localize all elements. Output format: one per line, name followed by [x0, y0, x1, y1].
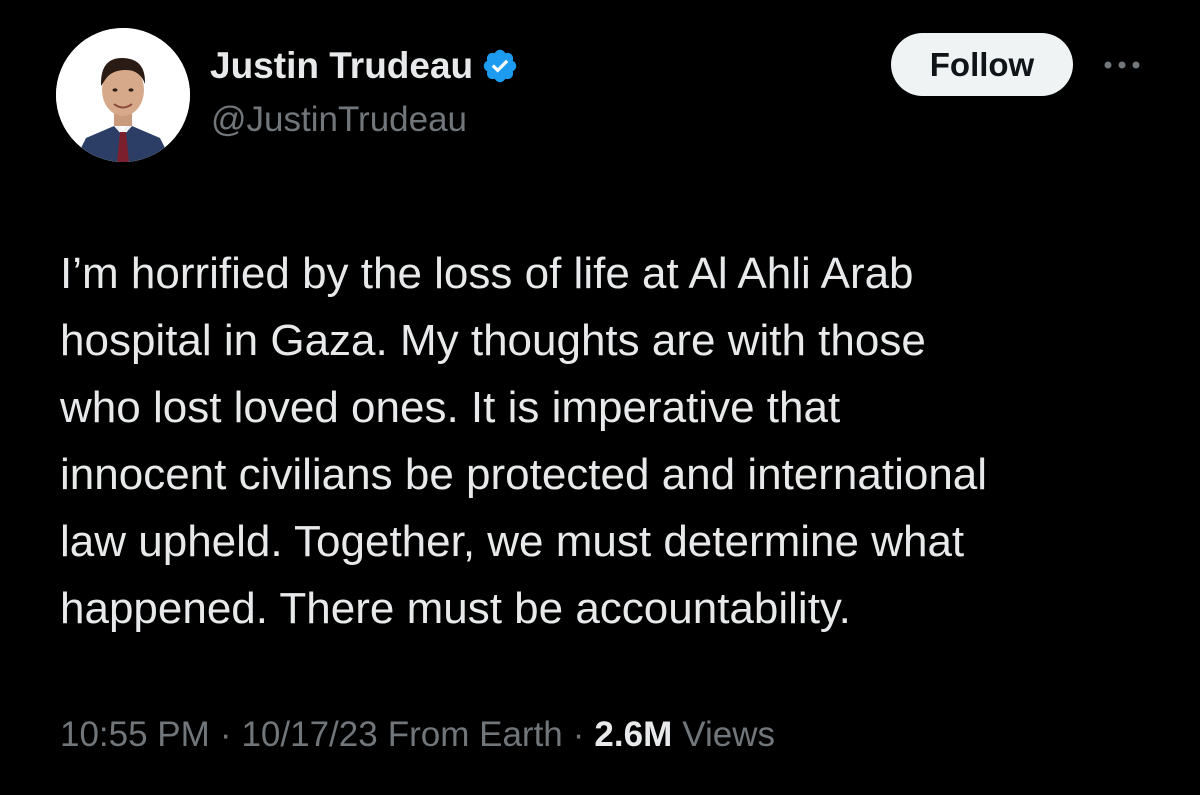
views-count: 2.6M	[594, 715, 673, 754]
avatar-photo-image	[56, 28, 190, 162]
meta-separator: ·	[572, 715, 585, 754]
tweet-text-line: who lost loved ones. It is imperative th…	[60, 383, 841, 432]
author-handle[interactable]: @JustinTrudeau	[211, 100, 467, 140]
tweet-text: I’m horrified by the loss of life at Al …	[60, 240, 1170, 642]
avatar[interactable]	[56, 28, 190, 162]
tweet-date[interactable]: 10/17/23	[241, 715, 377, 755]
tweet-text-line: law upheld. Together, we must determine …	[60, 517, 965, 566]
tweet-time[interactable]: 10:55 PM	[60, 715, 210, 755]
more-options-icon[interactable]	[1097, 50, 1147, 80]
tweet-text-line: I’m horrified by the loss of life at Al …	[60, 249, 914, 298]
tweet-text-line: happened. There must be accountability.	[60, 584, 851, 633]
views-label: Views	[682, 715, 775, 754]
author-name-row: Justin Trudeau	[210, 44, 519, 88]
tweet-text-line: hospital in Gaza. My thoughts are with t…	[60, 316, 926, 365]
display-name[interactable]: Justin Trudeau	[210, 45, 473, 87]
tweet-metadata: 10:55 PM · 10/17/23 From Earth · 2.6M Vi…	[60, 715, 775, 755]
tweet-source: From Earth	[387, 715, 563, 754]
verified-badge-icon	[481, 47, 519, 85]
meta-separator: ·	[219, 715, 232, 754]
tweet-card: Justin Trudeau @JustinTrudeau Follow I’m…	[0, 0, 1200, 795]
tweet-text-line: innocent civilians be protected and inte…	[60, 450, 988, 499]
follow-button[interactable]: Follow	[891, 33, 1073, 96]
